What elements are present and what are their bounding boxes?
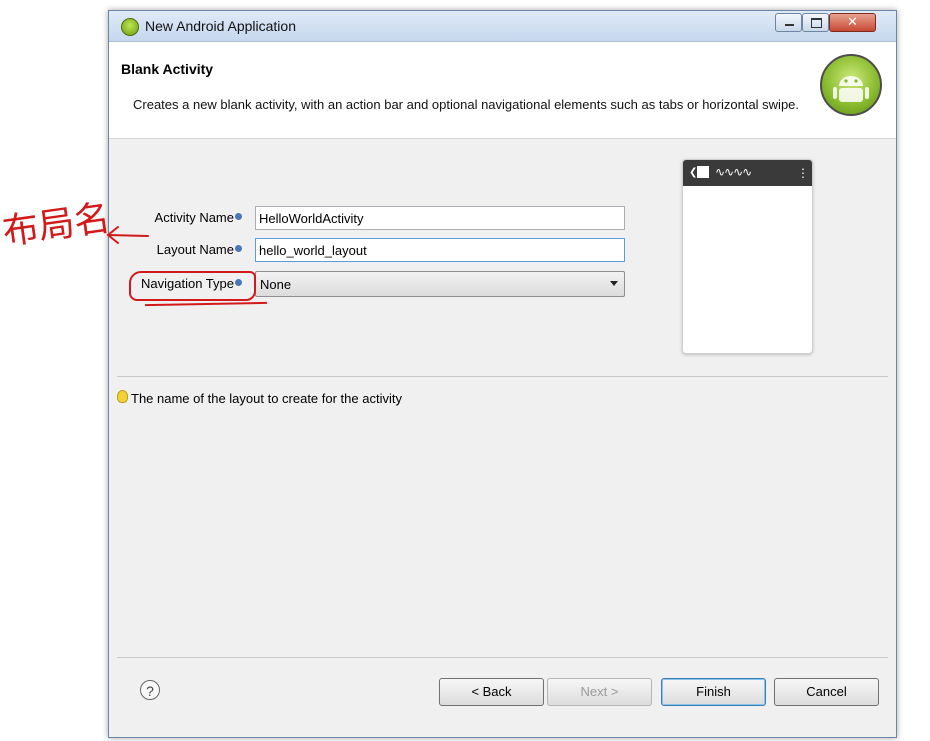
activity-preview-image: ❮ ∿∿∿∿ ⋮ xyxy=(682,159,813,354)
help-button[interactable]: ? xyxy=(140,680,160,700)
layout-name-field[interactable]: hello_world_layout xyxy=(255,238,625,262)
page-description: Creates a new blank activity, with an ac… xyxy=(133,97,800,112)
window-title: New Android Application xyxy=(145,18,296,34)
layout-name-value: hello_world_layout xyxy=(259,243,367,258)
title-bar[interactable]: New Android Application ✕ xyxy=(109,11,896,42)
page-title: Blank Activity xyxy=(121,61,214,77)
annotation-highlight-box xyxy=(129,271,256,301)
wizard-header: Blank Activity Creates a new blank activ… xyxy=(109,42,896,139)
lightbulb-icon xyxy=(117,390,128,403)
field-hint: The name of the layout to create for the… xyxy=(131,391,402,406)
close-button[interactable]: ✕ xyxy=(829,13,876,32)
info-icon xyxy=(235,213,242,220)
close-icon: ✕ xyxy=(847,14,858,29)
app-icon-placeholder xyxy=(697,166,709,178)
activity-name-field[interactable]: HelloWorldActivity xyxy=(255,206,625,230)
minimize-button[interactable] xyxy=(775,13,802,32)
new-android-application-dialog: New Android Application ✕ Blank Activity… xyxy=(108,10,897,738)
footer-divider xyxy=(117,657,888,658)
handwritten-annotation: 布局名 xyxy=(0,197,113,254)
divider xyxy=(117,376,888,377)
title-squiggle-icon: ∿∿∿∿ xyxy=(715,165,752,179)
navigation-type-dropdown[interactable]: None xyxy=(255,271,625,297)
preview-action-bar: ❮ ∿∿∿∿ ⋮ xyxy=(683,160,812,186)
finish-button[interactable]: Finish xyxy=(661,678,766,706)
layout-name-label-text: Layout Name xyxy=(156,242,234,257)
android-logo-icon xyxy=(820,54,882,116)
info-icon xyxy=(235,245,242,252)
chevron-down-icon xyxy=(610,281,618,286)
next-button[interactable]: Next > xyxy=(547,678,652,706)
maximize-button[interactable] xyxy=(802,13,829,32)
overflow-menu-icon: ⋮ xyxy=(797,166,809,180)
back-button[interactable]: < Back xyxy=(439,678,544,706)
activity-name-value: HelloWorldActivity xyxy=(259,211,364,226)
activity-name-label-text: Activity Name xyxy=(154,210,234,225)
navigation-type-value: None xyxy=(260,277,292,292)
android-app-icon xyxy=(121,18,139,36)
cancel-button[interactable]: Cancel xyxy=(774,678,879,706)
minimize-icon xyxy=(785,24,794,26)
handwritten-arrow-icon xyxy=(106,226,149,244)
maximize-icon xyxy=(811,18,822,28)
